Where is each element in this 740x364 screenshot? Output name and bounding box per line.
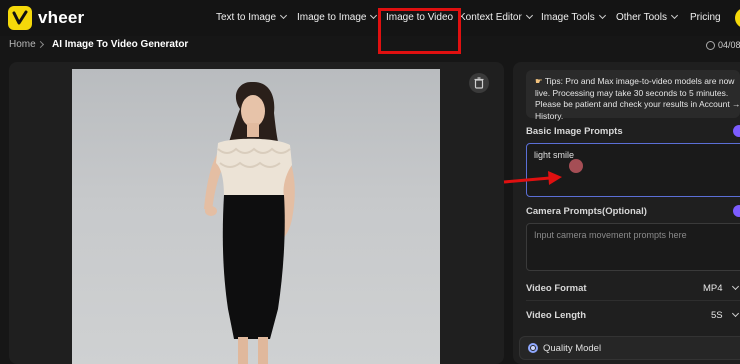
pointing-hand-icon: ☛ — [535, 76, 543, 86]
v-logo-icon — [12, 10, 28, 25]
tips-text: ☛ Tips: Pro and Max image-to-video model… — [535, 76, 740, 122]
chevron-down-icon — [279, 11, 288, 20]
nav-label: Kontext Editor — [459, 12, 522, 23]
vheer-logo[interactable] — [8, 6, 32, 30]
premium-badge-icon — [733, 125, 740, 137]
tips-message: Tips: Pro and Max image-to-video models … — [535, 76, 740, 121]
annotation-highlight-box — [378, 8, 461, 54]
quality-model-radio[interactable] — [528, 343, 538, 353]
woman-portrait-illustration — [204, 81, 295, 364]
mouse-cursor-indicator — [569, 159, 583, 173]
video-format-label: Video Format — [526, 283, 587, 294]
nav-label: Pricing — [690, 12, 721, 23]
basic-prompt-value: light smile — [534, 150, 575, 160]
chevron-right-icon — [36, 40, 45, 49]
credits-count: 04/08 — [718, 40, 740, 50]
nav-label: Other Tools — [616, 12, 667, 23]
nav-image-tools[interactable]: Image Tools — [541, 11, 606, 23]
quality-model-label: Quality Model — [543, 343, 602, 354]
video-length-select[interactable]: 5S — [711, 310, 723, 321]
uploaded-image — [72, 69, 440, 364]
video-format-select[interactable]: MP4 — [703, 283, 723, 294]
chevron-down-icon — [525, 11, 533, 20]
nav-other-tools[interactable]: Other Tools — [616, 11, 678, 23]
trash-icon — [474, 77, 484, 89]
breadcrumb-home[interactable]: Home — [9, 39, 36, 50]
nav-image-to-image[interactable]: Image to Image — [297, 11, 378, 23]
credits-icon — [706, 41, 715, 50]
nav-label: Image Tools — [541, 12, 595, 23]
page-title: AI Image To Video Generator — [52, 39, 189, 50]
annotation-arrow-icon — [503, 171, 562, 185]
nav-text-to-image[interactable]: Text to Image — [216, 11, 288, 23]
video-length-label: Video Length — [526, 310, 586, 321]
chevron-down-icon — [598, 11, 606, 20]
nav-label: Image to Image — [297, 12, 367, 23]
chevron-down-icon — [670, 11, 678, 20]
camera-prompt-label: Camera Prompts(Optional) — [526, 206, 647, 217]
premium-badge-icon — [733, 205, 740, 217]
nav-pricing[interactable]: Pricing — [690, 12, 721, 23]
camera-prompt-placeholder: Input camera movement prompts here — [534, 230, 687, 240]
basic-prompt-label: Basic Image Prompts — [526, 126, 623, 137]
nav-kontext-editor[interactable]: Kontext Editor — [459, 11, 533, 23]
nav-label: Text to Image — [216, 12, 277, 23]
delete-image-button[interactable] — [469, 73, 489, 93]
chevron-down-icon — [370, 11, 378, 20]
brand-name[interactable]: vheer — [38, 8, 84, 28]
divider — [526, 300, 740, 301]
